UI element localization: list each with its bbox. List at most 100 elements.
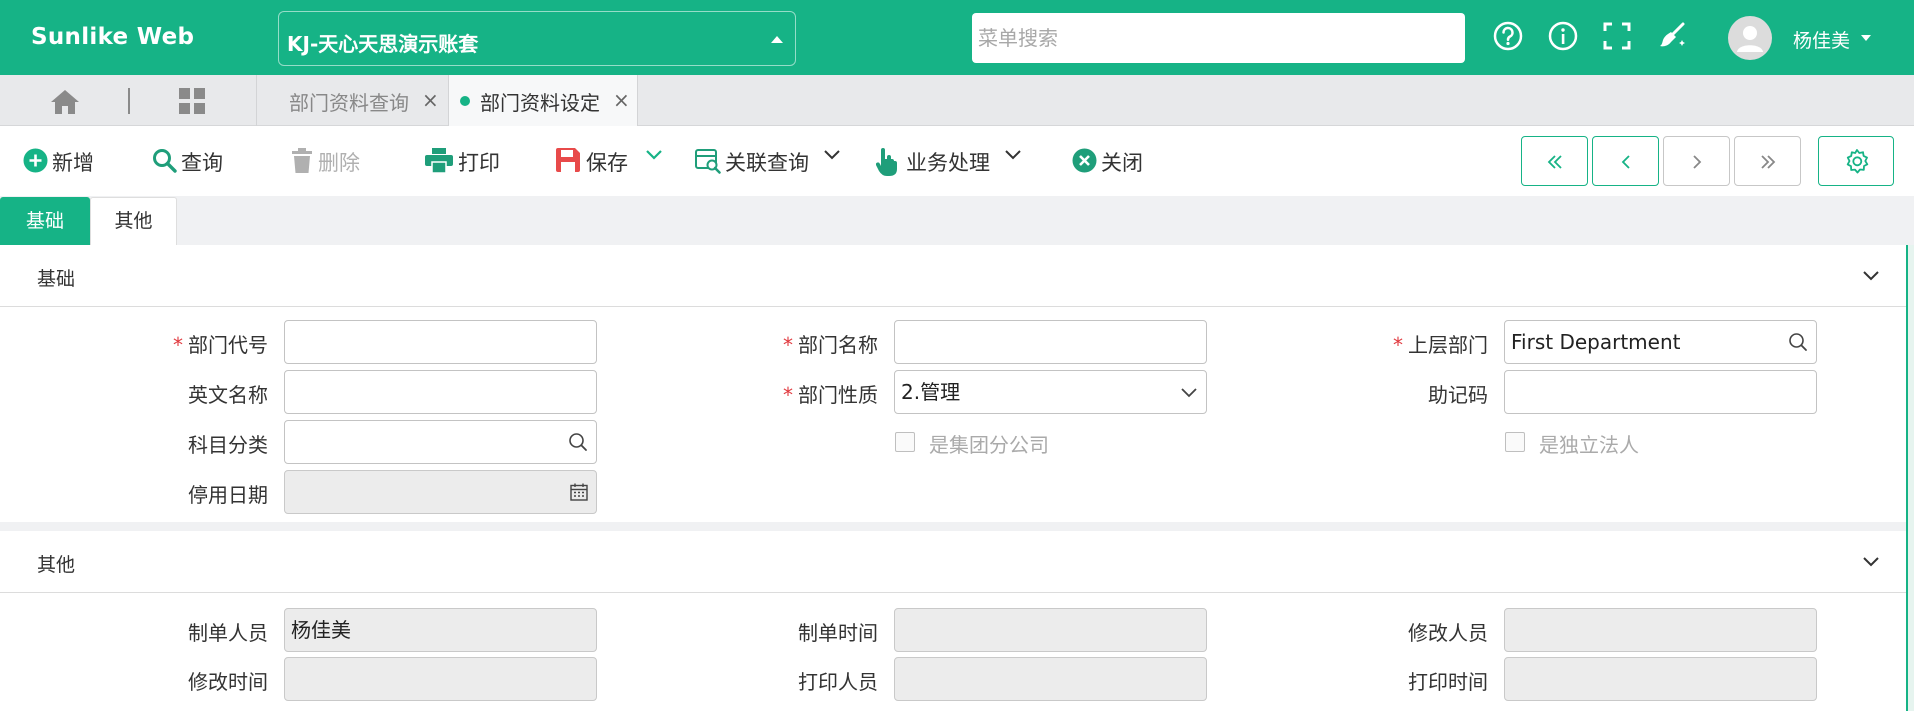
tab-dept-setup[interactable]: 部门资料设定 × (448, 75, 638, 126)
fullscreen-icon[interactable] (1601, 20, 1633, 52)
double-chevron-left-icon (1547, 155, 1562, 169)
basic-section: 基础 * 部门代号 * 部门名称 * 上层部门 First Department 英文… (0, 245, 1906, 522)
delete-button[interactable]: 删除 (291, 146, 371, 176)
required-marker: * (783, 333, 793, 357)
menu-search-input[interactable] (972, 13, 1465, 63)
calendar-icon[interactable] (570, 483, 588, 501)
chevron-down-icon[interactable] (645, 148, 663, 160)
modifier-label: 修改人员 (1408, 621, 1488, 645)
mnemonic-field[interactable] (1504, 370, 1817, 414)
related-query-icon (695, 149, 721, 174)
other-section-header[interactable]: 其他 (0, 531, 1906, 593)
tab-label: 部门资料设定 (480, 91, 600, 115)
search-icon (153, 149, 177, 173)
create-time-label: 制单时间 (798, 621, 878, 645)
chevron-down-icon (1181, 388, 1197, 398)
home-icon[interactable] (48, 88, 82, 116)
trash-icon (292, 148, 312, 173)
chevron-down-icon[interactable] (1862, 555, 1880, 567)
creator-field: 杨佳美 (284, 608, 597, 652)
tab-divider (128, 88, 130, 114)
modifier-field (1504, 608, 1817, 652)
help-icon[interactable] (1492, 20, 1524, 52)
dept-nature-value: 2.管理 (901, 380, 961, 404)
account-selector[interactable]: KJ-天心天思演示账套 (278, 11, 796, 66)
top-bar: Sunlike Web KJ-天心天思演示账套 杨佳美 (0, 0, 1914, 75)
required-marker: * (1393, 333, 1403, 357)
close-button[interactable]: 关闭 (1072, 146, 1152, 176)
section-title: 基础 (37, 268, 76, 290)
caret-up-icon (771, 36, 783, 43)
dept-code-field[interactable] (284, 320, 597, 364)
user-icon (1737, 26, 1763, 52)
independent-legal-label: 是独立法人 (1539, 433, 1639, 457)
plus-circle-icon (23, 148, 48, 173)
active-dot-icon (460, 96, 470, 106)
chevron-down-icon[interactable] (1862, 269, 1880, 281)
independent-legal-checkbox[interactable] (1505, 432, 1525, 452)
mnemonic-label: 助记码 (1428, 383, 1488, 407)
tab-basic[interactable]: 基础 (0, 197, 90, 246)
business-process-button[interactable]: 业务处理 (876, 146, 1026, 176)
dept-nature-select[interactable]: 2.管理 (894, 370, 1207, 414)
english-name-field[interactable] (284, 370, 597, 414)
other-section: 其他 制单人员 杨佳美 制单时间 修改人员 修改时间 打印人员 打印时间 (0, 531, 1906, 711)
printer-label: 打印人员 (798, 670, 878, 694)
previous-record-button[interactable] (1592, 136, 1659, 186)
page-tab-strip: 部门资料查询 × 部门资料设定 × (0, 75, 1914, 126)
last-record-button[interactable] (1734, 136, 1801, 186)
add-button[interactable]: 新增 (23, 146, 103, 176)
settings-button[interactable] (1818, 136, 1894, 186)
save-icon (556, 148, 580, 172)
printer-field (894, 657, 1207, 701)
search-icon[interactable] (1788, 332, 1808, 352)
info-icon[interactable] (1547, 20, 1579, 52)
query-button[interactable]: 查询 (152, 146, 232, 176)
account-name: KJ-天心天思演示账套 (287, 32, 479, 56)
group-branch-checkbox[interactable] (895, 432, 915, 452)
basic-section-header[interactable]: 基础 (0, 245, 1906, 307)
dept-nature-label: * 部门性质 (783, 383, 878, 407)
close-tab-icon[interactable]: × (613, 88, 630, 112)
modify-time-label: 修改时间 (188, 670, 268, 694)
next-record-button[interactable] (1663, 136, 1730, 186)
close-tab-icon[interactable]: × (422, 88, 439, 112)
chevron-down-icon[interactable] (1004, 148, 1022, 160)
toolbar: 新增 查询 删除 打印 保存 关联查询 业务处理 关闭 (0, 126, 1914, 196)
print-time-field (1504, 657, 1817, 701)
print-time-label: 打印时间 (1408, 670, 1488, 694)
brand-logo: Sunlike Web (31, 24, 195, 50)
scrollbar[interactable] (1906, 245, 1914, 711)
chevron-left-icon (1621, 155, 1630, 169)
grid-icon[interactable] (178, 87, 206, 115)
required-marker: * (173, 333, 183, 357)
section-tabs: 基础 其他 (0, 196, 1914, 246)
disable-date-field[interactable] (284, 470, 597, 514)
gear-icon (1846, 149, 1869, 174)
group-branch-label: 是集团分公司 (929, 433, 1049, 457)
search-icon[interactable] (568, 432, 588, 452)
creator-label: 制单人员 (188, 621, 268, 645)
subject-class-field[interactable] (284, 420, 597, 464)
user-name[interactable]: 杨佳美 (1793, 26, 1850, 53)
dept-name-label: * 部门名称 (783, 333, 878, 357)
broom-icon[interactable] (1656, 20, 1688, 52)
dept-code-label: * 部门代号 (173, 333, 268, 357)
caret-down-icon[interactable] (1861, 35, 1871, 41)
section-title: 其他 (37, 554, 76, 576)
disable-date-label: 停用日期 (188, 483, 268, 507)
tab-dept-query[interactable]: 部门资料查询 × (256, 75, 448, 126)
tab-other[interactable]: 其他 (90, 197, 177, 246)
modify-time-field (284, 657, 597, 701)
parent-dept-field[interactable]: First Department (1504, 320, 1817, 364)
create-time-field (894, 608, 1207, 652)
chevron-down-icon[interactable] (823, 148, 841, 160)
avatar[interactable] (1728, 16, 1772, 60)
save-button[interactable]: 保存 (556, 146, 666, 176)
print-button[interactable]: 打印 (425, 146, 505, 176)
dept-name-field[interactable] (894, 320, 1207, 364)
subject-class-label: 科目分类 (188, 433, 268, 457)
related-query-button[interactable]: 关联查询 (695, 146, 845, 176)
first-record-button[interactable] (1521, 136, 1588, 186)
close-circle-icon (1072, 148, 1097, 173)
